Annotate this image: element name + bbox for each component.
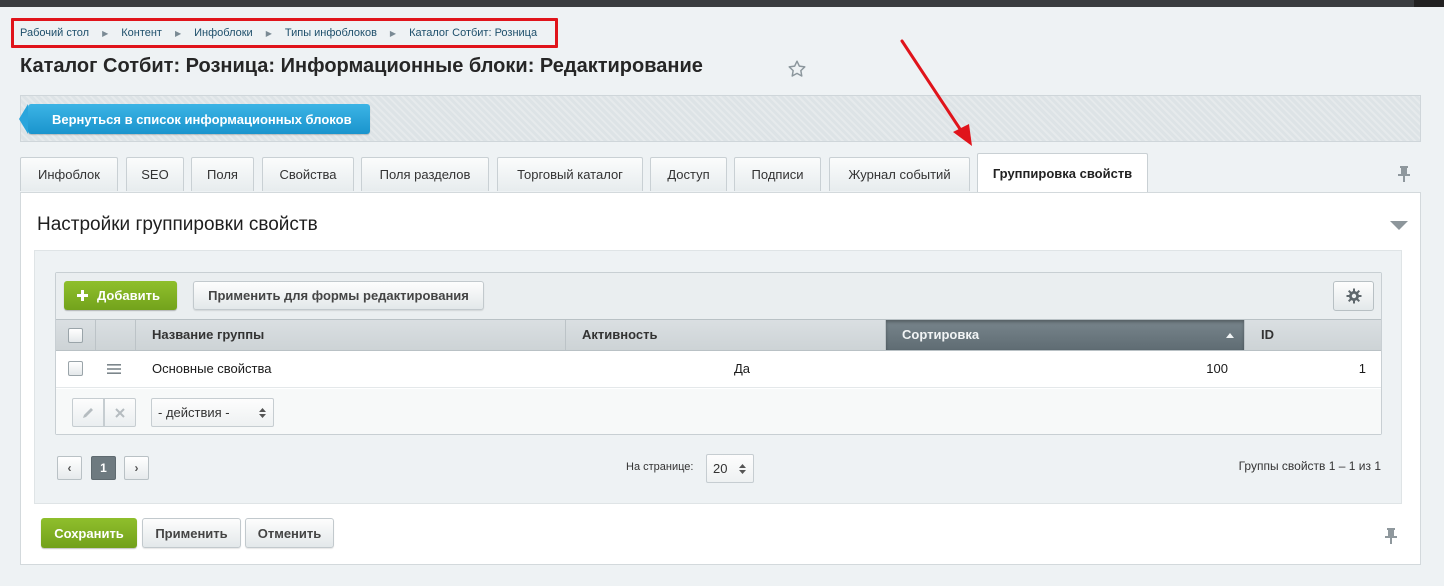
table-row[interactable]: Основные свойства Да 100 1 xyxy=(56,351,1381,388)
page-button-current[interactable]: 1 xyxy=(91,456,116,480)
star-outline-icon[interactable] xyxy=(786,58,808,80)
sort-asc-icon xyxy=(1226,333,1234,338)
add-button-label: Добавить xyxy=(97,288,160,303)
triangle-right-icon: ▶ xyxy=(102,28,109,38)
next-page-button[interactable]: › xyxy=(124,456,149,480)
context-toolbar: Вернуться в список информационных блоков xyxy=(19,95,1421,142)
breadcrumb-item-catalog[interactable]: Каталог Сотбит: Розница xyxy=(409,27,537,39)
column-header-id[interactable]: ID xyxy=(1245,320,1383,350)
tab-fields[interactable]: Поля xyxy=(191,157,254,191)
column-header-sort-label: Сортировка xyxy=(902,327,980,342)
tab-access[interactable]: Доступ xyxy=(650,157,727,191)
breadcrumb-item-iblock-types[interactable]: Типы инфоблоков xyxy=(285,27,377,39)
header-action-cell xyxy=(96,320,136,350)
tab-iblock[interactable]: Инфоблок xyxy=(20,157,118,191)
edit-button[interactable] xyxy=(72,398,104,427)
hamburger-icon[interactable] xyxy=(107,363,121,375)
pin-icon[interactable] xyxy=(1396,165,1412,183)
save-button[interactable]: Сохранить xyxy=(41,518,137,548)
cell-group-name: Основные свойства xyxy=(152,361,272,376)
tab-captions[interactable]: Подписи xyxy=(734,157,821,191)
tab-event-log[interactable]: Журнал событий xyxy=(829,157,970,191)
grid-container: Добавить Применить для формы редактирова… xyxy=(34,250,1402,504)
grid-header-row: Название группы Активность Сортировка ID xyxy=(56,319,1381,351)
tab-section-fields[interactable]: Поля разделов xyxy=(361,157,489,191)
section-title: Настройки группировки свойств xyxy=(37,214,318,235)
group-actions-select-value: - действия - xyxy=(158,405,230,420)
add-button[interactable]: Добавить xyxy=(64,281,177,310)
page-title: Каталог Сотбит: Розница: Информационные … xyxy=(20,55,703,77)
pencil-icon xyxy=(83,407,93,418)
prev-page-button[interactable]: ‹ xyxy=(57,456,82,480)
tab-trade-catalog[interactable]: Торговый каталог xyxy=(497,157,643,191)
row-checkbox[interactable] xyxy=(68,361,83,376)
breadcrumb-item-desktop[interactable]: Рабочий стол xyxy=(20,27,89,39)
tab-properties[interactable]: Свойства xyxy=(262,157,354,191)
breadcrumb-item-iblocks[interactable]: Инфоблоки xyxy=(194,27,253,39)
cancel-button[interactable]: Отменить xyxy=(245,518,334,548)
grid-summary: Группы свойств 1 – 1 из 1 xyxy=(1238,459,1381,473)
apply-for-edit-form-button[interactable]: Применить для формы редактирования xyxy=(193,281,484,310)
tab-seo[interactable]: SEO xyxy=(126,157,184,191)
select-updown-icon xyxy=(739,464,746,474)
gear-icon xyxy=(1346,288,1361,304)
breadcrumb: Рабочий стол ▶ Контент ▶ Инфоблоки ▶ Тип… xyxy=(11,18,558,48)
select-updown-icon xyxy=(259,408,266,418)
column-header-sort[interactable]: Сортировка xyxy=(886,320,1245,350)
cell-id: 1 xyxy=(1358,361,1366,376)
collapse-arrow-icon[interactable] xyxy=(1390,221,1408,230)
breadcrumb-item-content[interactable]: Контент xyxy=(121,27,162,39)
grid-actions-bar: - действия - xyxy=(56,389,1381,434)
cell-sort: 100 xyxy=(1206,361,1228,376)
cell-activity: Да xyxy=(733,361,751,376)
group-actions-select[interactable]: - действия - xyxy=(151,398,274,427)
grid-toolbar: Добавить Применить для формы редактирова… xyxy=(56,273,1381,319)
pin-icon[interactable] xyxy=(1383,527,1399,545)
back-to-list-button[interactable]: Вернуться в список информационных блоков xyxy=(19,104,370,134)
column-header-activity[interactable]: Активность xyxy=(566,320,886,350)
triangle-right-icon: ▶ xyxy=(265,28,272,38)
per-page-label: На странице: xyxy=(626,461,694,473)
tab-content-panel: Настройки группировки свойств Добавить П… xyxy=(20,192,1421,565)
header-checkbox-cell xyxy=(56,320,96,350)
per-page-select[interactable]: 20 xyxy=(706,454,754,483)
triangle-right-icon: ▶ xyxy=(174,28,182,38)
delete-button[interactable] xyxy=(104,398,136,427)
close-icon xyxy=(115,407,125,418)
window-top-strip xyxy=(0,0,1444,7)
per-page-value: 20 xyxy=(713,461,728,476)
window-top-edge xyxy=(1414,0,1444,7)
column-header-group-name[interactable]: Название группы xyxy=(136,320,566,350)
tab-property-grouping[interactable]: Группировка свойств xyxy=(977,153,1148,192)
select-all-checkbox[interactable] xyxy=(68,328,83,343)
property-groups-grid: Добавить Применить для формы редактирова… xyxy=(55,272,1382,435)
grid-settings-button[interactable] xyxy=(1333,281,1374,311)
apply-button[interactable]: Применить xyxy=(142,518,241,548)
plus-icon xyxy=(77,290,88,301)
triangle-right-icon: ▶ xyxy=(389,28,397,38)
